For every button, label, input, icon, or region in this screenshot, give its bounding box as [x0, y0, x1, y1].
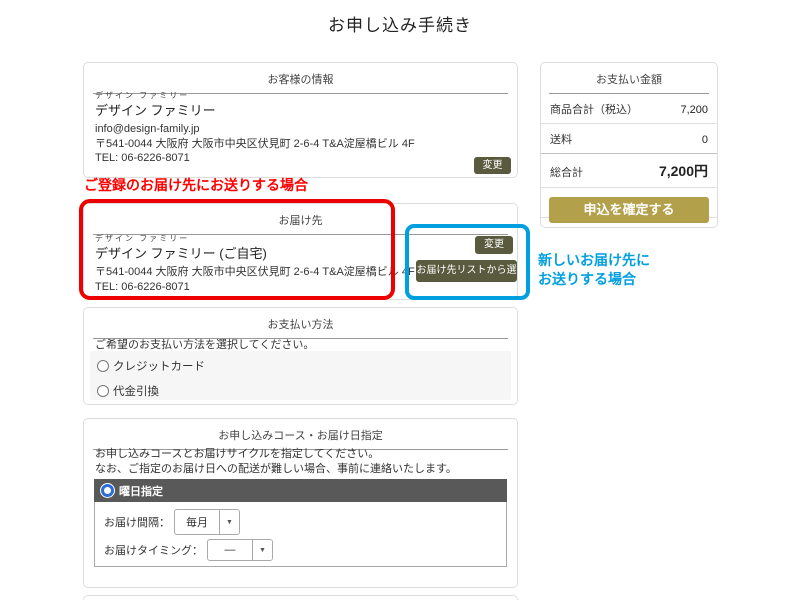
radio-unselected-icon[interactable] [97, 385, 109, 397]
chevron-down-icon: ▼ [252, 540, 272, 560]
customer-info-panel: お客様の情報 デザイン ファミリー デザイン ファミリー info@design… [83, 62, 518, 178]
customer-email: info@design-family.jp [95, 122, 415, 137]
delivery-address: 〒541-0044 大阪府 大阪市中央区伏見町 2-6-4 T&A淀屋橋ビル 4… [95, 265, 415, 280]
delivery-address-panel: お届け先 デザイン ファミリー デザイン ファミリー (ご自宅) 〒541-00… [83, 203, 518, 300]
customer-name: デザイン ファミリー [95, 100, 415, 119]
customer-tel: TEL: 06-6226-8071 [95, 151, 415, 166]
payment-method-header: お支払い方法 [93, 308, 508, 339]
timing-select-value: — [208, 540, 252, 560]
interval-label: お届け間隔： [104, 514, 170, 530]
timing-row: お届けタイミング： — ▼ [104, 539, 273, 561]
course-panel: お申し込みコース・お届け日指定 お申し込みコースとお届けサイクルを指定してくださ… [83, 418, 518, 588]
interval-row: お届け間隔： 毎月 ▼ [104, 509, 240, 535]
chevron-down-icon: ▼ [219, 510, 239, 534]
new-address-note-line2: お送りする場合 [538, 270, 650, 289]
customer-furigana: デザイン ファミリー [95, 90, 415, 100]
customer-change-button[interactable]: 変更 [474, 157, 511, 174]
delivery-name: デザイン ファミリー (ご自宅) [95, 243, 415, 262]
delivery-list-button[interactable]: お届け先リストから選ぶ [416, 260, 517, 282]
summary-label: 送料 [550, 131, 572, 147]
weekday-group: 曜日指定 お届け間隔： 毎月 ▼ お届けタイミング： — ▼ [94, 479, 507, 567]
course-header: お申し込みコース・お届け日指定 [93, 419, 508, 450]
next-section-panel [83, 595, 518, 600]
delivery-tel: TEL: 06-6226-8071 [95, 280, 415, 295]
course-instruction-1: お申し込みコースとお届けサイクルを指定してください。 [95, 447, 379, 462]
page-title: お申し込み手続き [0, 11, 800, 36]
summary-row-total: 総合計 7,200円 [541, 154, 717, 188]
summary-label: 総合計 [550, 164, 583, 180]
payment-instruction: ご希望のお支払い方法を選択してください。 [95, 336, 314, 352]
delivery-furigana: デザイン ファミリー [95, 233, 415, 243]
payment-option-label: クレジットカード [113, 358, 205, 374]
summary-row-subtotal: 商品合計（税込） 7,200 [541, 94, 717, 124]
interval-select-value: 毎月 [175, 510, 219, 534]
timing-select[interactable]: — ▼ [207, 539, 273, 561]
summary-value: 7,200円 [659, 161, 708, 181]
summary-header: お支払い金額 [549, 63, 709, 94]
delivery-change-button[interactable]: 変更 [475, 236, 513, 254]
radio-selected-icon[interactable] [101, 484, 114, 497]
new-address-note: 新しいお届け先に お送りする場合 [538, 251, 650, 289]
payment-method-panel: お支払い方法 ご希望のお支払い方法を選択してください。 クレジットカード 代金引… [83, 307, 518, 405]
registered-address-note: ご登録のお届け先にお送りする場合 [84, 175, 308, 195]
summary-value: 0 [702, 134, 708, 146]
timing-label: お届けタイミング： [104, 542, 203, 558]
summary-value: 7,200 [680, 104, 708, 116]
confirm-order-button[interactable]: 申込を確定する [549, 197, 709, 223]
customer-info-block: デザイン ファミリー デザイン ファミリー info@design-family… [95, 90, 415, 166]
delivery-header: お届け先 [93, 204, 508, 235]
order-procedure-page: お申し込み手続き お客様の情報 デザイン ファミリー デザイン ファミリー in… [0, 0, 800, 600]
weekday-option-body: お届け間隔： 毎月 ▼ お届けタイミング： — ▼ [94, 502, 507, 567]
new-address-note-line1: 新しいお届け先に [538, 251, 650, 270]
customer-address: 〒541-0044 大阪府 大阪市中央区伏見町 2-6-4 T&A淀屋橋ビル 4… [95, 137, 415, 152]
weekday-option-bar[interactable]: 曜日指定 [94, 479, 507, 502]
radio-unselected-icon[interactable] [97, 360, 109, 372]
weekday-option-label: 曜日指定 [119, 483, 163, 499]
payment-options-zone: クレジットカード 代金引換 [90, 351, 511, 400]
payment-summary-panel: お支払い金額 商品合計（税込） 7,200 送料 0 総合計 7,200円 獲得… [540, 62, 718, 228]
summary-label: 商品合計（税込） [550, 101, 638, 117]
delivery-info-block: デザイン ファミリー デザイン ファミリー (ご自宅) 〒541-0044 大阪… [95, 233, 415, 294]
payment-option-label: 代金引換 [113, 383, 159, 399]
payment-option-cod[interactable]: 代金引換 [97, 383, 159, 399]
summary-row-shipping: 送料 0 [541, 124, 717, 154]
payment-option-credit-card[interactable]: クレジットカード [97, 358, 205, 374]
course-instruction-2: なお、ご指定のお届け日への配送が難しい場合、事前に連絡いたします。 [95, 462, 457, 477]
interval-select[interactable]: 毎月 ▼ [174, 509, 240, 535]
